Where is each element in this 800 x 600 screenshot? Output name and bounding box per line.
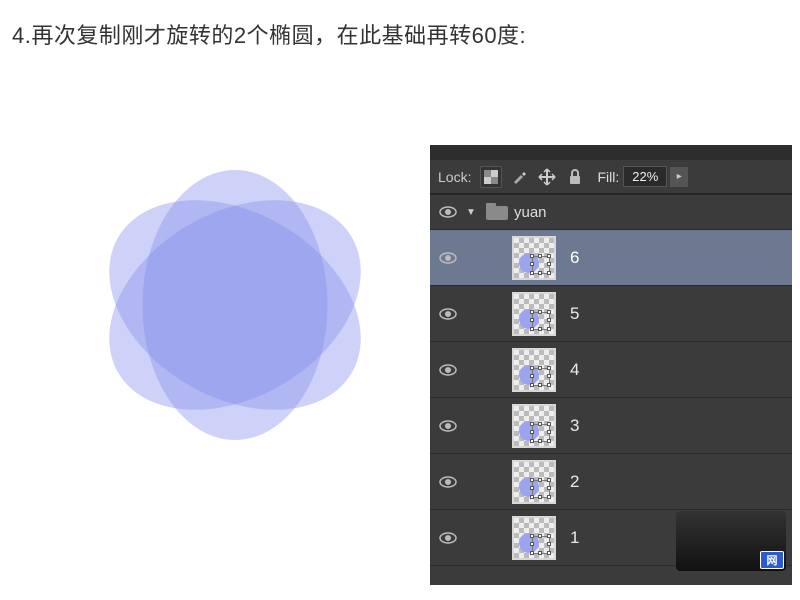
lock-all-icon[interactable]	[564, 166, 586, 188]
visibility-toggle[interactable]	[430, 532, 466, 544]
lock-position-icon[interactable]	[536, 166, 558, 188]
folder-icon	[486, 204, 508, 220]
visibility-toggle[interactable]	[430, 206, 466, 218]
layer-group-row[interactable]: ▼ yuan	[430, 194, 792, 230]
disclosure-triangle-icon[interactable]: ▼	[466, 207, 480, 218]
layer-name[interactable]: 5	[570, 304, 579, 324]
layer-name[interactable]: 6	[570, 248, 579, 268]
group-name[interactable]: yuan	[514, 204, 547, 221]
fill-dropdown-icon[interactable]: ▸	[670, 167, 688, 187]
layer-thumbnail[interactable]	[512, 404, 556, 448]
visibility-toggle[interactable]	[430, 476, 466, 488]
visibility-toggle[interactable]	[430, 308, 466, 320]
layer-row[interactable]: 5	[430, 286, 792, 342]
lock-transparency-icon[interactable]	[480, 166, 502, 188]
lock-pixels-icon[interactable]	[508, 166, 530, 188]
layer-name[interactable]: 3	[570, 416, 579, 436]
lock-row: Lock: Fill: 22% ▸	[430, 160, 792, 194]
layer-name[interactable]: 4	[570, 360, 579, 380]
layers-panel: Lock: Fill: 22% ▸ ▼ yuan 6 5 4 3 2 1 网	[430, 145, 792, 585]
layer-thumbnail[interactable]	[512, 516, 556, 560]
layer-thumbnail[interactable]	[512, 236, 556, 280]
layer-row[interactable]: 2	[430, 454, 792, 510]
visibility-toggle[interactable]	[430, 420, 466, 432]
instruction-text: 4.再次复制刚才旋转的2个椭圆，在此基础再转60度:	[12, 18, 526, 50]
visibility-toggle[interactable]	[430, 252, 466, 264]
canvas-preview	[70, 140, 400, 470]
panel-topbar	[430, 145, 792, 160]
fill-label: Fill:	[597, 169, 619, 185]
watermark-badge: 网	[760, 551, 784, 569]
layer-thumbnail[interactable]	[512, 460, 556, 504]
layer-row[interactable]: 6	[430, 230, 792, 286]
fill-value-input[interactable]: 22%	[623, 166, 667, 187]
visibility-toggle[interactable]	[430, 364, 466, 376]
layer-row[interactable]: 3	[430, 398, 792, 454]
layer-thumbnail[interactable]	[512, 292, 556, 336]
lock-label: Lock:	[438, 169, 471, 185]
layer-name[interactable]: 1	[570, 528, 579, 548]
layer-name[interactable]: 2	[570, 472, 579, 492]
layer-thumbnail[interactable]	[512, 348, 556, 392]
layer-row[interactable]: 4	[430, 342, 792, 398]
